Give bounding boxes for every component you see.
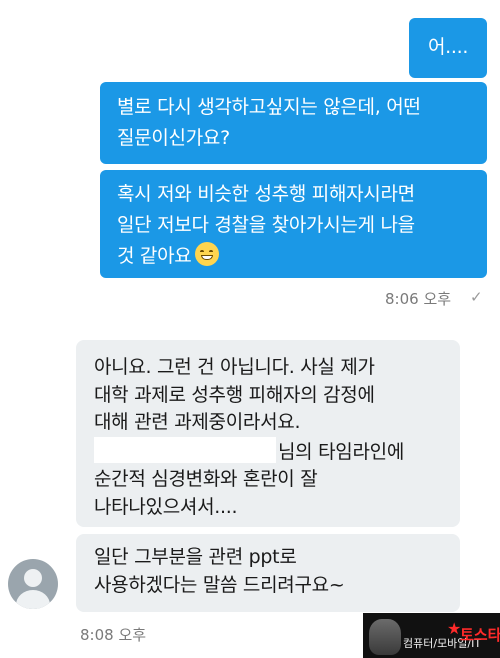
- message-text: 나타나있으셔서....: [94, 495, 238, 518]
- outgoing-message-3: 혹시 저와 비슷한 성추행 피해자시라면 일단 저보다 경찰을 찾아가시는게 나…: [100, 170, 487, 278]
- outgoing-timestamp: 8:06 오후: [385, 290, 452, 308]
- incoming-message-1: 아니요. 그런 건 아닙니다. 사실 제가 대학 과제로 성추행 피해자의 감정…: [76, 340, 460, 527]
- message-text: 대해 관련 과제중이라서요.: [94, 411, 301, 433]
- watermark-logo: 컴퓨터/모바일/IT ★ 토스타: [363, 613, 500, 658]
- message-text: 일단 저보다 경찰을 찾아가시는게 나을: [117, 214, 415, 236]
- redacted-username: [94, 436, 276, 463]
- avatar-head-shape: [24, 569, 42, 587]
- incoming-timestamp: 8:08 오후: [80, 626, 147, 644]
- message-text: 순간적 심경변화와 혼란이 잘: [94, 468, 318, 490]
- message-text: 어....: [428, 36, 469, 58]
- message-text: 대학 과제로 성추행 피해자의 감정에: [94, 383, 375, 406]
- read-check-icon: ✓: [470, 288, 483, 306]
- avatar-body-shape: [16, 590, 50, 609]
- message-text: 아니요. 그런 건 아닙니다. 사실 제가: [94, 356, 375, 378]
- message-text: 님의 타임라인에: [278, 440, 405, 463]
- watermark-brand: 토스타: [460, 626, 500, 644]
- message-text: 질문이신가요?: [117, 127, 230, 149]
- message-text: 혹시 저와 비슷한 성추행 피해자시라면: [117, 183, 415, 205]
- message-text: 사용하겠다는 말씀 드리려구요~: [94, 573, 345, 596]
- contact-avatar[interactable]: [8, 559, 58, 609]
- message-text: 일단 그부분을 관련 ppt로: [94, 546, 297, 568]
- message-text: 별로 다시 생각하고싶지는 않은데, 어떤: [117, 96, 421, 118]
- message-text-redacted: 님의 타임라인에: [94, 436, 460, 467]
- outgoing-message-1: 어....: [409, 18, 487, 78]
- mascot-icon: [369, 619, 401, 655]
- outgoing-message-2: 별로 다시 생각하고싶지는 않은데, 어떤 질문이신가요?: [100, 82, 487, 164]
- message-text-with-emoji: 것 같아요: [117, 241, 487, 272]
- incoming-message-2: 일단 그부분을 관련 ppt로 사용하겠다는 말씀 드리려구요~: [76, 534, 460, 612]
- message-text: 것 같아요: [117, 245, 192, 267]
- grinning-face-icon: [195, 242, 220, 266]
